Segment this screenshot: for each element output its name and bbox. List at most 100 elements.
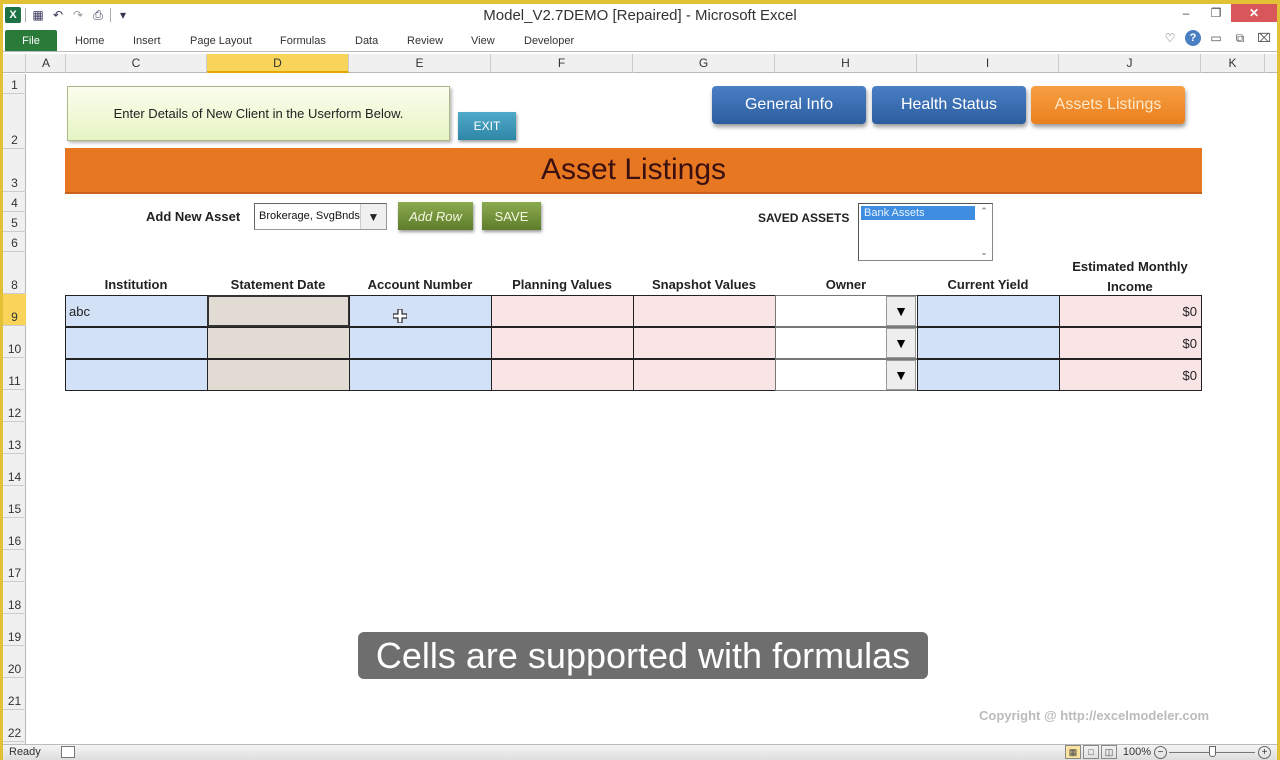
cell-planning-values[interactable]	[491, 295, 634, 327]
minimize-button[interactable]: –	[1171, 4, 1201, 22]
health-status-button[interactable]: Health Status	[872, 86, 1026, 124]
row-header[interactable]: 1	[3, 74, 26, 94]
tab-view[interactable]: View	[471, 30, 495, 51]
chevron-down-icon[interactable]: ▼	[886, 328, 916, 358]
cell-planning-values[interactable]	[491, 359, 634, 391]
cell-planning-values[interactable]	[491, 327, 634, 359]
zoom-level[interactable]: 100%	[1123, 746, 1151, 758]
saved-assets-listbox[interactable]: Bank Assets ⌃ ⌄	[858, 203, 993, 261]
column-header-j[interactable]: J	[1059, 54, 1201, 73]
chevron-down-icon[interactable]: ▼	[886, 360, 916, 390]
cell-snapshot-values[interactable]	[633, 295, 776, 327]
row-header[interactable]: 20	[3, 646, 26, 678]
asset-type-dropdown[interactable]: Brokerage, SvgBnds ▼	[254, 203, 387, 230]
chevron-down-icon[interactable]: ▼	[360, 204, 386, 229]
add-row-button[interactable]: Add Row	[398, 202, 473, 230]
tab-insert[interactable]: Insert	[133, 30, 161, 51]
column-header-a[interactable]: A	[27, 54, 66, 73]
tab-review[interactable]: Review	[407, 30, 443, 51]
chevron-down-icon[interactable]: ▼	[886, 296, 916, 326]
header-account-number: Account Number	[367, 277, 473, 292]
ribbon-tabs: File Home Insert Page Layout Formulas Da…	[3, 27, 1277, 52]
tab-file[interactable]: File	[5, 30, 57, 51]
cell-snapshot-values[interactable]	[633, 359, 776, 391]
cell-statement-date[interactable]	[207, 327, 350, 359]
scroll-down-icon[interactable]: ⌄	[976, 247, 992, 258]
saved-asset-item[interactable]: Bank Assets	[861, 206, 975, 220]
row-header[interactable]: 10	[3, 326, 26, 358]
close-button[interactable]: ✕	[1231, 4, 1277, 22]
row-header[interactable]: 2	[3, 94, 26, 149]
zoom-slider[interactable]	[1169, 746, 1255, 757]
cell-current-yield[interactable]	[917, 359, 1060, 391]
tab-data[interactable]: Data	[355, 30, 378, 51]
cell-statement-date-active[interactable]	[207, 295, 350, 327]
column-header-f[interactable]: F	[491, 54, 633, 73]
listbox-scrollbar[interactable]: ⌃ ⌄	[976, 204, 992, 260]
header-planning-values: Planning Values	[512, 277, 612, 292]
asset-type-value: Brokerage, SvgBnds	[259, 210, 360, 222]
row-header[interactable]: 18	[3, 582, 26, 614]
workbook-restore-icon[interactable]: ⧉	[1231, 31, 1249, 46]
cell-snapshot-values[interactable]	[633, 327, 776, 359]
row-header[interactable]: 15	[3, 486, 26, 518]
row-header[interactable]: 11	[3, 358, 26, 390]
zoom-slider-thumb[interactable]	[1208, 746, 1216, 757]
row-header-selected[interactable]: 9	[3, 294, 26, 326]
row-header[interactable]: 4	[3, 192, 26, 212]
select-all-corner[interactable]	[3, 54, 26, 73]
help-icon[interactable]: ?	[1185, 30, 1201, 46]
row-header[interactable]: 21	[3, 678, 26, 710]
workbook-minimize-icon[interactable]: ▭	[1207, 31, 1225, 45]
row-header[interactable]: 13	[3, 422, 26, 454]
tab-page-layout[interactable]: Page Layout	[190, 30, 252, 51]
mouse-cursor-icon	[393, 309, 407, 323]
cell-institution[interactable]	[65, 327, 208, 359]
tab-home[interactable]: Home	[75, 30, 104, 51]
column-header-e[interactable]: E	[349, 54, 491, 73]
workbook-close-icon[interactable]: ⌧	[1255, 31, 1273, 45]
cell-institution[interactable]: abc	[65, 295, 208, 327]
tab-formulas[interactable]: Formulas	[280, 30, 326, 51]
exit-button[interactable]: EXIT	[458, 112, 516, 140]
assets-listings-button[interactable]: Assets Listings	[1031, 86, 1185, 124]
worksheet: Enter Details of New Client in the Userf…	[27, 74, 1277, 744]
row-header[interactable]: 5	[3, 212, 26, 232]
cell-current-yield[interactable]	[917, 327, 1060, 359]
cell-statement-date[interactable]	[207, 359, 350, 391]
column-header-i[interactable]: I	[917, 54, 1059, 73]
header-estimated-monthly-income: Estimated Monthly Income	[1072, 259, 1188, 294]
cell-institution[interactable]	[65, 359, 208, 391]
row-header[interactable]: 14	[3, 454, 26, 486]
row-header[interactable]: 17	[3, 550, 26, 582]
column-header-g[interactable]: G	[633, 54, 775, 73]
general-info-button[interactable]: General Info	[712, 86, 866, 124]
row-header[interactable]: 16	[3, 518, 26, 550]
cell-account-number[interactable]	[349, 327, 492, 359]
zoom-out-icon[interactable]: −	[1154, 746, 1167, 759]
restore-button[interactable]: ❐	[1201, 4, 1231, 22]
page-break-view-icon[interactable]: ◫	[1101, 745, 1117, 759]
column-header-c[interactable]: C	[66, 54, 207, 73]
tab-developer[interactable]: Developer	[524, 30, 574, 51]
video-caption: Cells are supported with formulas	[358, 632, 928, 679]
cell-current-yield[interactable]	[917, 295, 1060, 327]
column-header-h[interactable]: H	[775, 54, 917, 73]
scroll-up-icon[interactable]: ⌃	[976, 206, 992, 217]
row-header[interactable]: 3	[3, 149, 26, 192]
cell-account-number[interactable]	[349, 359, 492, 391]
row-header[interactable]: 8	[3, 252, 26, 294]
column-header-d[interactable]: D	[207, 54, 349, 73]
row-header[interactable]: 6	[3, 232, 26, 252]
cell-account-number[interactable]	[349, 295, 492, 327]
row-header[interactable]: 19	[3, 614, 26, 646]
minimize-ribbon-icon[interactable]: ♡	[1161, 31, 1179, 45]
zoom-in-icon[interactable]: +	[1258, 746, 1271, 759]
row-header[interactable]: 22	[3, 710, 26, 742]
row-header[interactable]: 12	[3, 390, 26, 422]
save-button[interactable]: SAVE	[482, 202, 541, 230]
column-header-k[interactable]: K	[1201, 54, 1265, 73]
normal-view-icon[interactable]: ▦	[1065, 745, 1081, 759]
macro-record-icon[interactable]	[61, 746, 75, 758]
page-layout-view-icon[interactable]: □	[1083, 745, 1099, 759]
